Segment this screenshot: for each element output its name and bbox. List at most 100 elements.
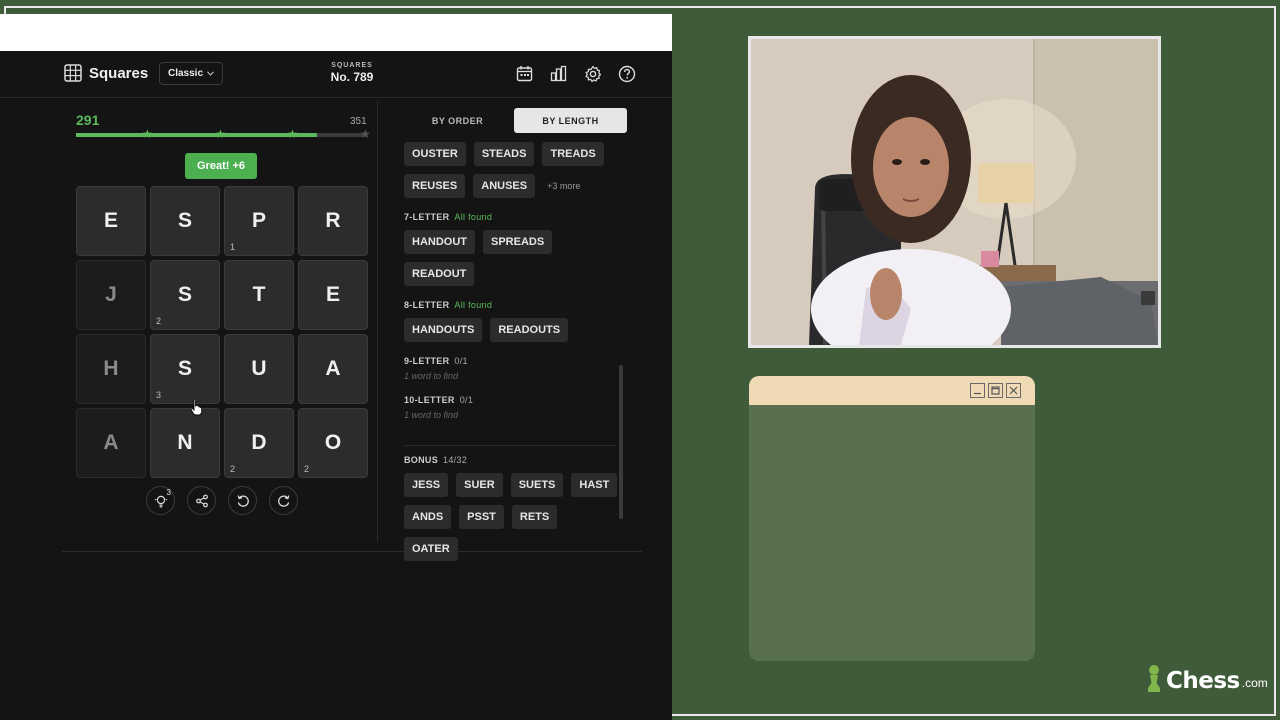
word-chip[interactable]: STEADS (473, 142, 535, 166)
letter-tile[interactable]: E (298, 260, 368, 330)
letter-tile[interactable]: S3 (150, 334, 220, 404)
word-chip[interactable]: HANDOUT (404, 230, 475, 254)
webcam-image (751, 39, 1158, 345)
tool-bar: 3 (146, 486, 298, 515)
brand-tld: .com (1241, 676, 1268, 690)
section-label: 10-LETTER (404, 395, 455, 405)
stats-icon[interactable] (549, 64, 568, 83)
rotate-left-button[interactable] (228, 486, 257, 515)
words-to-find-hint: 1 word to find (404, 371, 459, 381)
word-list-scrollbar[interactable] (619, 365, 623, 519)
share-icon (195, 494, 208, 507)
bonus-word-chip[interactable]: JESS (404, 473, 449, 497)
section-label: BONUS (404, 455, 439, 465)
chevron-down-icon (207, 71, 214, 76)
tile-letter: U (251, 357, 267, 380)
grid-logo-icon (64, 64, 82, 82)
chess-com-logo: Chess .com (1144, 664, 1268, 694)
max-score: 351 (350, 116, 367, 127)
letter-tile[interactable]: D2 (224, 408, 294, 478)
word-chip[interactable]: HANDOUTS (404, 318, 483, 342)
letter-tile[interactable]: T (224, 260, 294, 330)
bonus-word-chip[interactable]: SUETS (510, 473, 564, 497)
letter-tile[interactable]: S (150, 186, 220, 256)
word-chip[interactable]: ANUSES (473, 174, 536, 198)
star-icon: ★ (360, 127, 371, 141)
calendar-icon[interactable] (515, 64, 534, 83)
letter-grid: ESP1RJS2TEHS3UAAND2O2 (76, 186, 368, 478)
eight-letter-words: HANDOUTS READOUTS (404, 318, 616, 342)
progress-fill (76, 133, 317, 137)
help-icon[interactable] (617, 64, 636, 83)
browser-strip (0, 14, 672, 51)
score-progress-bar: ★ ★ ★ ★ (76, 128, 371, 140)
bonus-divider (404, 445, 616, 446)
letter-tile[interactable]: J (76, 260, 146, 330)
close-icon (1009, 386, 1018, 395)
close-button[interactable] (1006, 383, 1021, 398)
share-button[interactable] (187, 486, 216, 515)
app-logo[interactable]: Squares (64, 64, 148, 82)
word-chip[interactable]: SPREADS (483, 230, 553, 254)
letter-tile[interactable]: U (224, 334, 294, 404)
letter-tile[interactable]: A (298, 334, 368, 404)
tile-letter: D (251, 431, 267, 454)
tile-letter: S (177, 209, 192, 232)
word-chip[interactable]: OUSTER (404, 142, 466, 166)
letter-tile[interactable]: R (298, 186, 368, 256)
maximize-icon (991, 386, 1000, 395)
maximize-button[interactable] (988, 383, 1003, 398)
bonus-words: JESS SUER SUETS HAST ANDS PSST RETS OATE… (404, 473, 618, 561)
tile-letter: A (325, 357, 341, 380)
bonus-word-chip[interactable]: RETS (511, 505, 558, 529)
tile-letter: N (177, 431, 193, 454)
bonus-word-chip[interactable]: HAST (571, 473, 618, 497)
letter-tile[interactable]: H (76, 334, 146, 404)
word-chip[interactable]: TREADS (542, 142, 604, 166)
words-to-find-hint: 1 word to find (404, 410, 459, 420)
tile-count: 1 (230, 242, 236, 252)
lightbulb-icon (154, 495, 167, 507)
bonus-word-chip[interactable]: SUER (456, 473, 503, 497)
puzzle-label: SQUARES (331, 62, 373, 69)
bonus-word-chip[interactable]: PSST (459, 505, 504, 529)
settings-icon[interactable] (583, 64, 602, 83)
mouse-cursor-icon (190, 398, 203, 416)
letter-tile[interactable]: E (76, 186, 146, 256)
nine-letter-heading: 9-LETTER 0/1 (404, 356, 616, 366)
word-chip[interactable]: READOUT (404, 262, 475, 286)
bonus-section: BONUS 14/32 JESS SUER SUETS HAST ANDS PSS… (404, 455, 618, 561)
window-titlebar[interactable] (749, 376, 1035, 405)
section-status: 14/32 (443, 455, 468, 465)
header-actions (515, 64, 636, 83)
bonus-word-chip[interactable]: OATER (404, 537, 458, 561)
letter-tile[interactable]: S2 (150, 260, 220, 330)
tile-letter: H (103, 357, 119, 380)
letter-tile[interactable]: P1 (224, 186, 294, 256)
rotate-right-button[interactable] (269, 486, 298, 515)
tile-count: 2 (156, 316, 162, 326)
app-title: Squares (89, 64, 149, 82)
letter-tile[interactable]: O2 (298, 408, 368, 478)
letter-tile[interactable]: A (76, 408, 146, 478)
minimize-icon (974, 392, 981, 395)
minimize-button[interactable] (970, 383, 985, 398)
app-header: Squares Classic SQUARES No. 789 (0, 51, 672, 98)
tab-by-order[interactable]: BY ORDER (401, 108, 514, 133)
mode-dropdown[interactable]: Classic (159, 62, 224, 85)
tile-count: 2 (304, 464, 310, 474)
tab-by-length[interactable]: BY LENGTH (514, 108, 627, 133)
pawn-logo-icon (1148, 665, 1160, 692)
eight-letter-heading: 8-LETTER All found (404, 300, 616, 310)
tile-letter: E (103, 209, 118, 232)
word-chip[interactable]: REUSES (404, 174, 466, 198)
more-words-link[interactable]: +3 more (547, 181, 580, 191)
star-icon: ★ (215, 127, 226, 141)
star-icon: ★ (142, 127, 153, 141)
hint-button[interactable]: 3 (146, 486, 175, 515)
letter-tile[interactable]: N (150, 408, 220, 478)
word-chip[interactable]: READOUTS (490, 318, 569, 342)
bonus-word-chip[interactable]: ANDS (404, 505, 452, 529)
webcam-feed (748, 36, 1161, 348)
bonus-heading: BONUS 14/32 (404, 455, 618, 465)
